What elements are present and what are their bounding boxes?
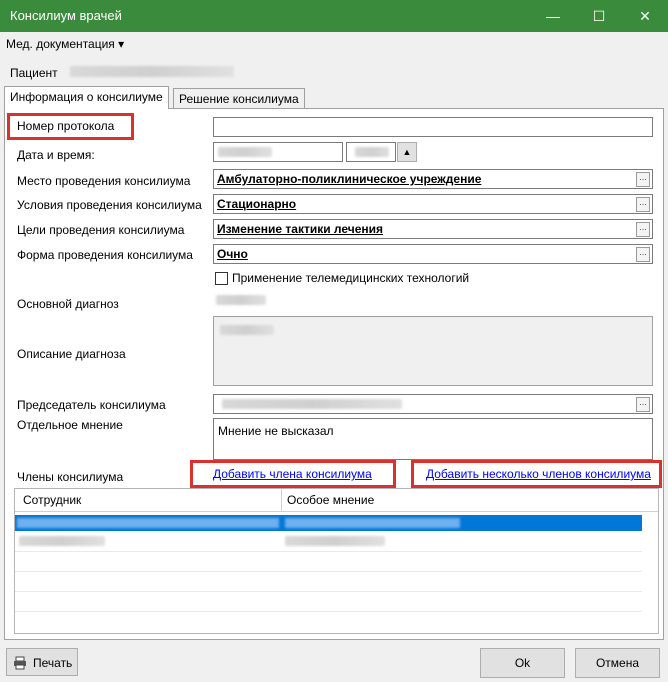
date-input[interactable] bbox=[213, 142, 343, 162]
time-spin-up-icon[interactable]: ▲ bbox=[397, 142, 417, 162]
ok-button[interactable]: Ok bbox=[480, 648, 565, 678]
telemed-checkbox[interactable] bbox=[215, 272, 228, 285]
row-divider bbox=[15, 611, 642, 612]
row-employee-redacted bbox=[17, 518, 279, 528]
chairman-field[interactable]: ... bbox=[213, 394, 653, 414]
row-divider bbox=[15, 551, 642, 552]
title-bar: Консилиум врачей — ☐ ✕ bbox=[0, 0, 668, 32]
row-opinion-redacted bbox=[285, 536, 385, 546]
conditions-field[interactable]: Стационарно ... bbox=[213, 194, 653, 214]
tab-consilium-decision[interactable]: Решение консилиума bbox=[173, 88, 305, 109]
separate-opinion-value: Мнение не высказал bbox=[218, 424, 334, 438]
main-diagnosis-label: Основной диагноз bbox=[17, 297, 119, 311]
main-diagnosis-redacted bbox=[216, 295, 266, 305]
add-several-members-link[interactable]: Добавить несколько членов консилиума bbox=[426, 467, 651, 481]
close-icon[interactable]: ✕ bbox=[622, 0, 668, 32]
conditions-select-button[interactable]: ... bbox=[636, 197, 650, 212]
goals-field[interactable]: Изменение тактики лечения ... bbox=[213, 219, 653, 239]
date-value-redacted bbox=[218, 147, 272, 157]
row-divider bbox=[15, 571, 642, 572]
row-employee-redacted bbox=[19, 536, 105, 546]
telemed-label: Применение телемедицинских технологий bbox=[232, 271, 470, 285]
separate-opinion-field[interactable]: Мнение не высказал bbox=[213, 418, 653, 460]
chairman-select-button[interactable]: ... bbox=[636, 397, 650, 412]
row-opinion-redacted bbox=[285, 518, 460, 528]
goals-label: Цели проведения консилиума bbox=[17, 223, 185, 237]
members-table-header: Сотрудник Особое мнение bbox=[15, 489, 658, 512]
conditions-label: Условия проведения консилиума bbox=[17, 198, 202, 212]
conditions-value: Стационарно bbox=[217, 197, 297, 211]
column-employee[interactable]: Сотрудник bbox=[23, 493, 81, 507]
window-title: Консилиум врачей bbox=[10, 8, 122, 23]
chairman-label: Председатель консилиума bbox=[17, 398, 166, 412]
diagnosis-description-redacted bbox=[220, 325, 274, 335]
print-button[interactable]: Печать bbox=[6, 648, 78, 676]
form-type-select-button[interactable]: ... bbox=[636, 247, 650, 262]
print-button-label: Печать bbox=[33, 656, 73, 670]
column-divider bbox=[281, 489, 282, 511]
cancel-button[interactable]: Отмена bbox=[575, 648, 660, 678]
patient-label: Пациент bbox=[10, 66, 58, 80]
datetime-label: Дата и время: bbox=[17, 148, 95, 162]
goals-value: Изменение тактики лечения bbox=[217, 222, 384, 236]
diagnosis-description-label: Описание диагноза bbox=[17, 347, 126, 361]
column-special-opinion[interactable]: Особое мнение bbox=[287, 493, 374, 507]
table-row-selected[interactable] bbox=[15, 515, 642, 531]
patient-name-redacted bbox=[70, 66, 234, 77]
place-select-button[interactable]: ... bbox=[636, 172, 650, 187]
chairman-name-redacted bbox=[222, 399, 402, 409]
protocol-number-input[interactable] bbox=[213, 117, 653, 137]
place-field[interactable]: Амбулаторно-поликлиническое учреждение .… bbox=[213, 169, 653, 189]
maximize-icon[interactable]: ☐ bbox=[576, 0, 622, 32]
time-input[interactable] bbox=[346, 142, 396, 162]
protocol-number-label: Номер протокола bbox=[17, 119, 115, 133]
form-type-field[interactable]: Очно ... bbox=[213, 244, 653, 264]
diagnosis-description-field[interactable] bbox=[213, 316, 653, 386]
menu-bar: Мед. документация ▾ bbox=[0, 33, 668, 55]
menu-med-docs[interactable]: Мед. документация ▾ bbox=[6, 37, 124, 51]
row-divider bbox=[15, 591, 642, 592]
goals-select-button[interactable]: ... bbox=[636, 222, 650, 237]
place-value: Амбулаторно-поликлиническое учреждение bbox=[217, 172, 482, 186]
printer-icon bbox=[14, 656, 26, 670]
separate-opinion-label: Отдельное мнение bbox=[17, 418, 123, 432]
form-type-value: Очно bbox=[217, 247, 248, 261]
add-member-link[interactable]: Добавить члена консилиума bbox=[213, 467, 372, 481]
place-label: Место проведения консилиума bbox=[17, 174, 191, 188]
time-value-redacted bbox=[355, 147, 389, 157]
members-table[interactable]: Сотрудник Особое мнение bbox=[14, 488, 659, 634]
table-row[interactable] bbox=[15, 533, 642, 549]
bottom-bar: Печать Ok Отмена bbox=[0, 644, 668, 682]
tab-consilium-info[interactable]: Информация о консилиуме bbox=[4, 86, 169, 109]
members-label: Члены консилиума bbox=[17, 470, 124, 484]
minimize-icon[interactable]: — bbox=[530, 0, 576, 32]
form-type-label: Форма проведения консилиума bbox=[17, 248, 193, 262]
